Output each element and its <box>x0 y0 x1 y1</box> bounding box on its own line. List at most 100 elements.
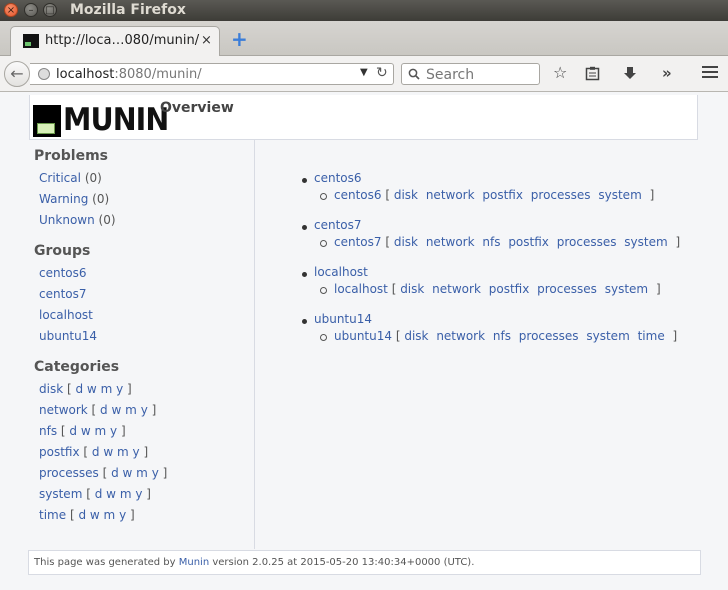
category-period-link[interactable]: d <box>111 466 119 480</box>
url-bar[interactable]: localhost:8080/munin/ ▼ ↻ <box>30 63 394 85</box>
host-link[interactable]: localhost <box>334 282 388 296</box>
plugin-link[interactable]: network <box>426 188 475 202</box>
category-period-link[interactable]: d <box>92 445 100 459</box>
unknown-link[interactable]: Unknown <box>39 213 95 227</box>
category-period-link[interactable]: y <box>119 508 126 522</box>
category-period-link[interactable]: m <box>136 466 148 480</box>
warning-link[interactable]: Warning <box>39 192 88 206</box>
group-link[interactable]: ubuntu14 <box>314 312 372 326</box>
category-period-link[interactable]: d <box>78 508 86 522</box>
browser-tab[interactable]: http://loca…080/munin/ × <box>10 26 220 56</box>
plugin-link[interactable]: postfix <box>482 188 523 202</box>
host-link[interactable]: centos7 <box>334 235 382 249</box>
back-arrow-icon[interactable]: ← <box>4 61 30 87</box>
category-link[interactable]: system <box>39 487 82 501</box>
sub-bullet <box>320 334 327 341</box>
category-link[interactable]: processes <box>39 466 99 480</box>
plugin-link[interactable]: system <box>605 282 648 296</box>
overflow-chevron-icon[interactable]: » <box>662 64 672 82</box>
group-link[interactable]: localhost <box>314 265 368 279</box>
category-period-link[interactable]: w <box>106 487 116 501</box>
category-period-link[interactable]: y <box>133 445 140 459</box>
bullet <box>302 178 307 183</box>
category-period-link[interactable]: y <box>135 487 142 501</box>
tab-title: http://loca…080/munin/ <box>45 33 200 48</box>
sidebar-group-link[interactable]: ubuntu14 <box>39 329 97 343</box>
plugin-link[interactable]: postfix <box>489 282 530 296</box>
group-link[interactable]: centos6 <box>314 171 362 185</box>
category-period-link[interactable]: w <box>112 403 122 417</box>
munin-logo[interactable]: MUNIN <box>33 103 169 137</box>
category-row: nfs [ d w m y ] <box>39 424 126 438</box>
category-link[interactable]: postfix <box>39 445 80 459</box>
plugin-link[interactable]: time <box>638 329 665 343</box>
category-period-link[interactable]: m <box>117 445 129 459</box>
menu-hamburger-icon[interactable] <box>702 66 718 80</box>
plugin-link[interactable]: system <box>586 329 629 343</box>
window-maximize-button[interactable]: □ <box>43 3 57 17</box>
problems-heading: Problems <box>34 148 109 164</box>
plugin-link[interactable]: processes <box>537 282 597 296</box>
category-link[interactable]: time <box>39 508 66 522</box>
reading-list-icon[interactable] <box>585 66 600 81</box>
download-arrow-icon[interactable] <box>623 66 637 81</box>
sidebar-group-link[interactable]: centos6 <box>39 266 87 280</box>
plugin-link[interactable]: processes <box>557 235 617 249</box>
category-period-link[interactable]: y <box>152 466 159 480</box>
sidebar-group-link[interactable]: localhost <box>39 308 93 322</box>
url-dropdown-icon[interactable]: ▼ <box>360 67 368 78</box>
munin-footer-link[interactable]: Munin <box>179 557 209 568</box>
window-title: Mozilla Firefox <box>70 2 186 18</box>
plugin-link[interactable]: postfix <box>508 235 549 249</box>
category-period-link[interactable]: m <box>125 403 137 417</box>
category-period-link[interactable]: d <box>100 403 108 417</box>
tab-close-icon[interactable]: × <box>201 33 212 48</box>
window-minimize-button[interactable]: – <box>24 3 38 17</box>
window-close-button[interactable]: × <box>4 3 18 17</box>
reload-icon[interactable]: ↻ <box>376 65 388 81</box>
category-period-link[interactable]: w <box>123 466 133 480</box>
category-link[interactable]: nfs <box>39 424 57 438</box>
plugin-link[interactable]: network <box>432 282 481 296</box>
plugin-link[interactable]: disk <box>394 188 418 202</box>
plugin-link[interactable]: nfs <box>493 329 511 343</box>
category-period-link[interactable]: m <box>104 508 116 522</box>
plugin-link[interactable]: system <box>624 235 667 249</box>
category-period-link[interactable]: d <box>95 487 103 501</box>
plugin-link[interactable]: disk <box>394 235 418 249</box>
search-input[interactable]: Search <box>401 63 540 85</box>
plugin-link[interactable]: system <box>598 188 641 202</box>
plugin-link[interactable]: nfs <box>482 235 500 249</box>
page-header: MUNIN Overview <box>29 95 698 140</box>
sidebar-group-link[interactable]: centos7 <box>39 287 87 301</box>
category-period-link[interactable]: m <box>120 487 132 501</box>
plugin-link[interactable]: processes <box>519 329 579 343</box>
category-row: postfix [ d w m y ] <box>39 445 149 459</box>
plugin-link[interactable]: disk <box>404 329 428 343</box>
category-period-link[interactable]: w <box>90 508 100 522</box>
category-period-link[interactable]: w <box>81 424 91 438</box>
url-text[interactable]: localhost:8080/munin/ <box>56 67 202 82</box>
category-period-link[interactable]: m <box>95 424 107 438</box>
category-link[interactable]: disk <box>39 382 63 396</box>
category-period-link[interactable]: m <box>101 382 113 396</box>
critical-link[interactable]: Critical <box>39 171 81 185</box>
host-link[interactable]: centos6 <box>334 188 382 202</box>
plugin-link[interactable]: network <box>426 235 475 249</box>
new-tab-plus-icon[interactable]: + <box>231 29 248 49</box>
plugin-link[interactable]: disk <box>400 282 424 296</box>
category-period-link[interactable]: d <box>75 382 83 396</box>
host-row: centos6 [ disk network postfix processes… <box>334 188 655 202</box>
bookmark-star-icon[interactable]: ☆ <box>553 64 567 82</box>
host-link[interactable]: ubuntu14 <box>334 329 392 343</box>
plugin-link[interactable]: processes <box>531 188 591 202</box>
category-period-link[interactable]: y <box>110 424 117 438</box>
category-period-link[interactable]: d <box>69 424 77 438</box>
category-period-link[interactable]: y <box>116 382 123 396</box>
category-period-link[interactable]: y <box>141 403 148 417</box>
category-link[interactable]: network <box>39 403 88 417</box>
category-period-link[interactable]: w <box>87 382 97 396</box>
plugin-link[interactable]: network <box>436 329 485 343</box>
group-link[interactable]: centos7 <box>314 218 362 232</box>
category-period-link[interactable]: w <box>103 445 113 459</box>
